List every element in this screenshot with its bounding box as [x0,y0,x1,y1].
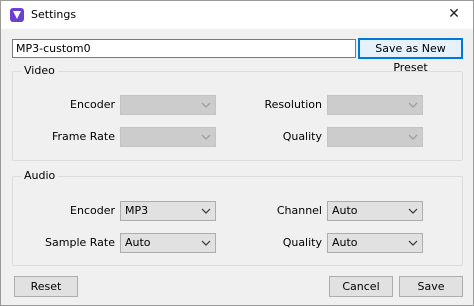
audio-channel-label: Channel [276,204,322,217]
chevron-down-icon [201,134,211,140]
video-encoder-select[interactable] [120,95,216,115]
audio-encoder-value: MP3 [125,204,149,217]
video-resolution-label: Resolution [264,98,322,111]
audio-samplerate-label: Sample Rate [45,236,115,249]
audio-quality-value: Auto [332,236,358,249]
chevron-down-icon [408,102,418,108]
chevron-down-icon [408,208,418,214]
title-bar: Settings ✕ [1,1,473,29]
video-framerate-label: Frame Rate [52,130,115,143]
video-group-title: Video [21,64,58,77]
video-quality-select[interactable] [327,127,423,147]
app-icon [10,8,24,22]
audio-samplerate-value: Auto [125,236,151,249]
close-icon[interactable]: ✕ [445,5,463,23]
video-quality-label: Quality [282,130,322,143]
window-title: Settings [31,8,77,21]
audio-channel-value: Auto [332,204,358,217]
video-framerate-select[interactable] [120,127,216,147]
audio-encoder-select[interactable]: MP3 [120,201,216,221]
video-resolution-select[interactable] [327,95,423,115]
chevron-down-icon [201,208,211,214]
audio-quality-select[interactable]: Auto [327,233,423,253]
audio-group-title: Audio [21,169,59,182]
chevron-down-icon [201,240,211,246]
settings-dialog: Settings ✕ Save as New Preset Video Enco… [0,0,474,306]
video-group: Video [12,64,463,161]
preset-name-input[interactable] [12,39,356,58]
chevron-down-icon [408,240,418,246]
reset-button[interactable]: Reset [14,276,78,297]
save-button[interactable]: Save [399,276,463,297]
audio-samplerate-select[interactable]: Auto [120,233,216,253]
cancel-button[interactable]: Cancel [329,276,393,297]
audio-channel-select[interactable]: Auto [327,201,423,221]
chevron-down-icon [408,134,418,140]
audio-quality-label: Quality [282,236,322,249]
chevron-down-icon [201,102,211,108]
save-as-new-preset-button[interactable]: Save as New Preset [358,38,463,74]
video-encoder-label: Encoder [70,98,115,111]
audio-encoder-label: Encoder [70,204,115,217]
